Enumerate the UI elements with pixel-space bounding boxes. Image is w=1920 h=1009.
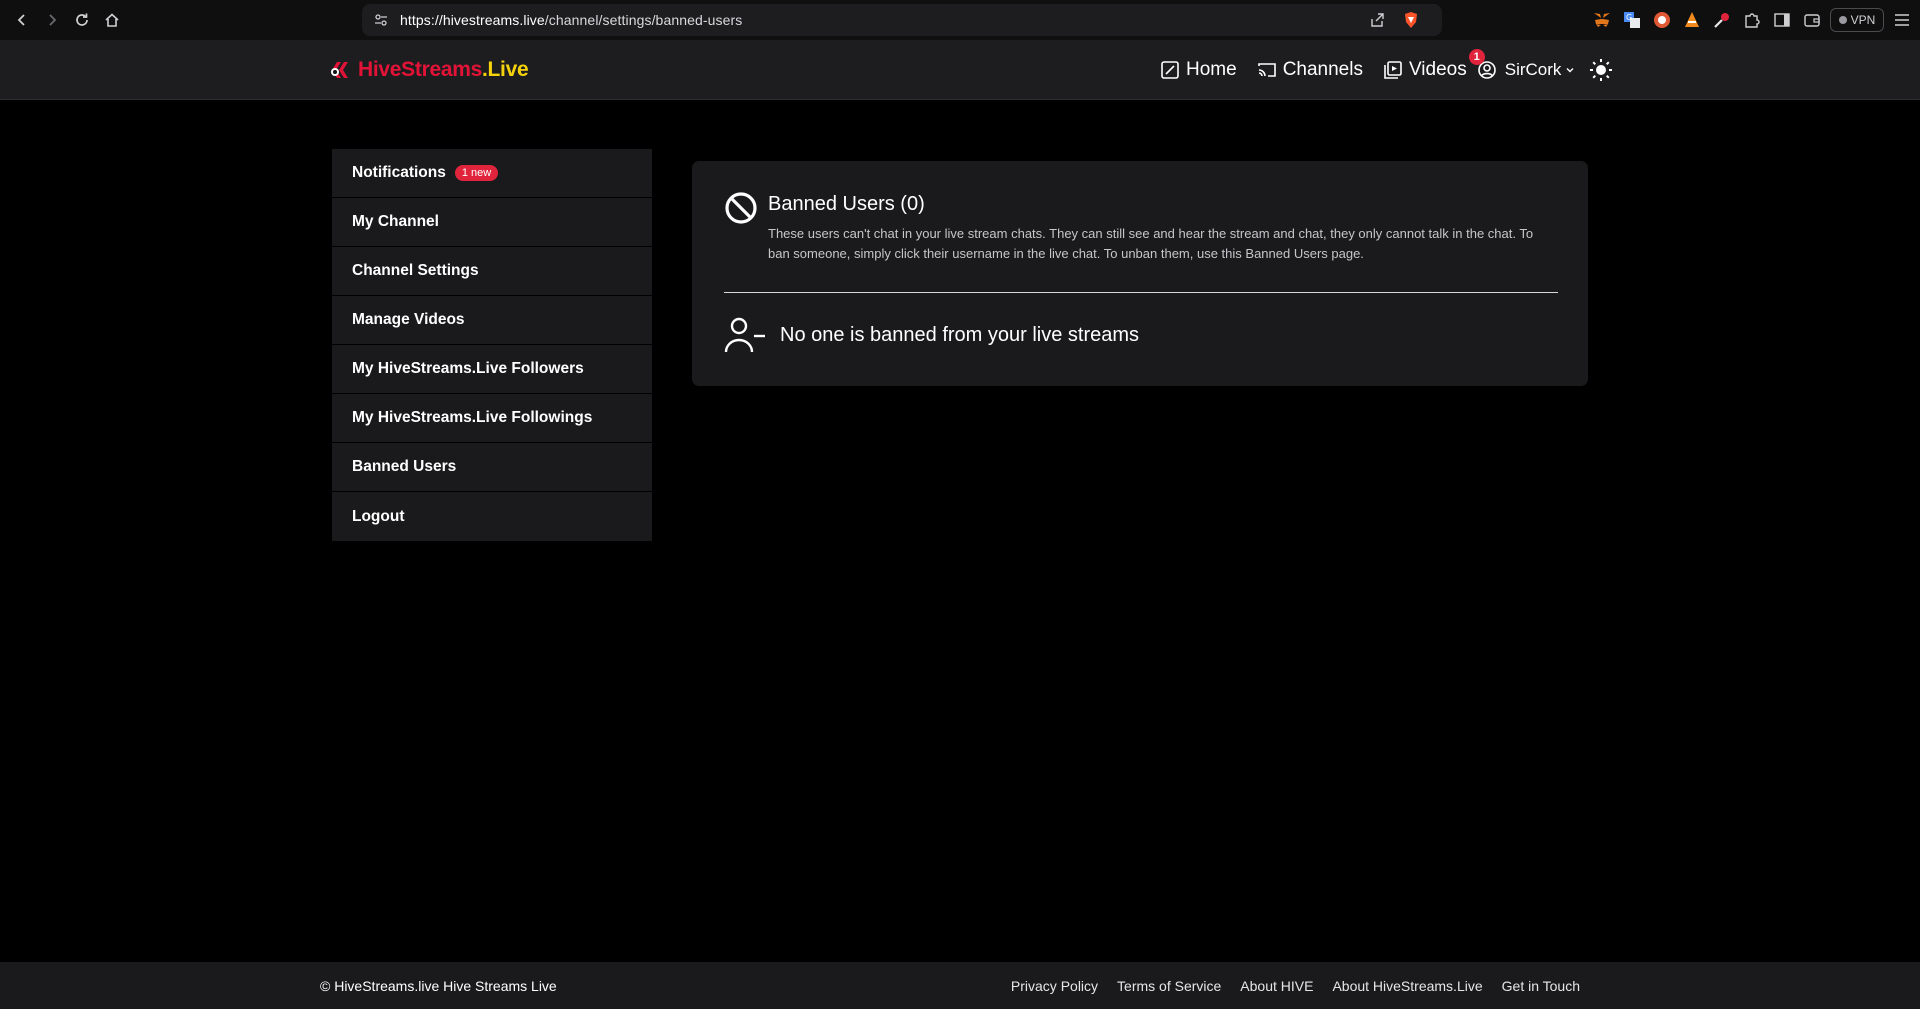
vpn-button[interactable]: VPN bbox=[1830, 8, 1884, 32]
menu-hamburger-icon[interactable] bbox=[1892, 10, 1912, 30]
copyright-text: © HiveStreams.live Hive Streams Live bbox=[320, 978, 557, 994]
svg-text:G: G bbox=[1626, 13, 1632, 22]
home-icon[interactable] bbox=[100, 8, 124, 32]
duckduckgo-icon[interactable] bbox=[1652, 10, 1672, 30]
hive-logo-icon bbox=[331, 62, 348, 78]
browser-toolbar: https://hivestreams.live/channel/setting… bbox=[0, 0, 1920, 40]
footer-link-contact[interactable]: Get in Touch bbox=[1502, 978, 1580, 994]
sidebar-toggle-icon[interactable] bbox=[1772, 10, 1792, 30]
nav-videos-label: Videos bbox=[1408, 59, 1467, 80]
url-text: https://hivestreams.live/channel/setting… bbox=[400, 12, 742, 28]
nav-channels[interactable]: Channels bbox=[1257, 59, 1363, 81]
url-host: https://hivestreams.live bbox=[400, 12, 545, 28]
sidebar-item-manage-videos[interactable]: Manage Videos bbox=[332, 296, 652, 345]
chevron-down-icon bbox=[1566, 68, 1574, 73]
banned-users-card: Banned Users (0) These users can't chat … bbox=[692, 161, 1588, 386]
sidebar-item-label: Logout bbox=[352, 507, 405, 525]
sidebar-item-label: Notifications bbox=[352, 164, 446, 181]
nav-home-label: Home bbox=[1186, 59, 1237, 80]
site-footer: © HiveStreams.live Hive Streams Live Pri… bbox=[0, 962, 1920, 1009]
brave-shield-icon[interactable] bbox=[1402, 11, 1420, 29]
forward-arrow-icon[interactable] bbox=[40, 8, 64, 32]
top-nav: Home Channels Videos 1 SirCork bbox=[1160, 49, 1613, 86]
page-title: Banned Users (0) bbox=[768, 193, 925, 215]
extensions-puzzle-icon[interactable] bbox=[1742, 10, 1762, 30]
divider bbox=[724, 292, 1558, 293]
sidebar-item-label: Banned Users bbox=[352, 458, 457, 475]
card-header: Banned Users (0) These users can't chat … bbox=[724, 191, 1558, 291]
footer-links: Privacy Policy Terms of Service About HI… bbox=[1011, 978, 1580, 994]
user-menu[interactable]: 1 SirCork bbox=[1468, 49, 1576, 80]
nav-videos[interactable]: Videos bbox=[1383, 59, 1467, 81]
url-path: /channel/settings/banned-users bbox=[544, 12, 743, 28]
site-logo[interactable]: HiveStreams.Live bbox=[330, 54, 529, 86]
footer-link-privacy[interactable]: Privacy Policy bbox=[1011, 978, 1098, 994]
sidebar-item-followers[interactable]: My HiveStreams.Live Followers bbox=[332, 345, 652, 394]
footer-link-about-site[interactable]: About HiveStreams.Live bbox=[1332, 978, 1482, 994]
vlc-icon[interactable] bbox=[1682, 10, 1702, 30]
logo-streams: Streams bbox=[401, 58, 482, 81]
sidebar-item-label: My HiveStreams.Live Followers bbox=[352, 360, 584, 377]
theme-toggle-sun-icon[interactable] bbox=[1589, 58, 1613, 82]
metamask-icon[interactable] bbox=[1592, 10, 1612, 30]
page-description: These users can't chat in your live stre… bbox=[768, 226, 1534, 261]
logo-text: HiveStreams.Live bbox=[358, 58, 529, 82]
address-bar[interactable]: https://hivestreams.live/channel/setting… bbox=[362, 4, 1442, 36]
video-library-icon bbox=[1384, 61, 1402, 79]
wallet-icon[interactable] bbox=[1802, 10, 1822, 30]
footer-link-about-hive[interactable]: About HIVE bbox=[1240, 978, 1313, 994]
translate-icon[interactable]: G bbox=[1622, 10, 1642, 30]
logo-hive: Hive bbox=[358, 58, 402, 81]
nav-channels-label: Channels bbox=[1282, 59, 1363, 80]
edit-square-icon bbox=[1161, 61, 1179, 79]
empty-state: No one is banned from your live streams bbox=[724, 315, 1139, 355]
ban-icon bbox=[725, 192, 757, 224]
sidebar-item-channel-settings[interactable]: Channel Settings bbox=[332, 247, 652, 296]
reload-icon[interactable] bbox=[70, 8, 94, 32]
logo-live: .Live bbox=[481, 58, 529, 81]
back-arrow-icon[interactable] bbox=[10, 8, 34, 32]
site-settings-icon[interactable] bbox=[372, 11, 390, 29]
new-badge: 1 new bbox=[454, 165, 499, 181]
empty-message: No one is banned from your live streams bbox=[780, 323, 1140, 346]
footer-link-terms[interactable]: Terms of Service bbox=[1117, 978, 1221, 994]
sidebar-item-label: My Channel bbox=[352, 213, 439, 230]
sidebar-item-notifications[interactable]: Notifications 1 new bbox=[332, 149, 652, 198]
nav-home[interactable]: Home bbox=[1160, 59, 1237, 81]
vpn-status-icon bbox=[1838, 16, 1847, 24]
user-name: SirCork bbox=[1504, 60, 1562, 79]
sidebar-item-logout[interactable]: Logout bbox=[332, 492, 652, 541]
site-header: HiveStreams.Live Home Channels Videos 1 … bbox=[0, 40, 1920, 100]
vpn-label: VPN bbox=[1850, 13, 1876, 27]
share-icon[interactable] bbox=[1368, 11, 1386, 29]
sidebar-item-my-channel[interactable]: My Channel bbox=[332, 198, 652, 247]
key-icon[interactable] bbox=[1712, 10, 1732, 30]
cast-icon bbox=[1257, 63, 1276, 77]
notification-count-badge: 1 bbox=[1468, 49, 1485, 65]
sidebar-item-label: Channel Settings bbox=[352, 262, 479, 279]
sidebar-item-followings[interactable]: My HiveStreams.Live Followings bbox=[332, 394, 652, 443]
sidebar-item-label: My HiveStreams.Live Followings bbox=[352, 409, 593, 426]
user-minus-icon bbox=[724, 317, 765, 353]
settings-sidebar: Notifications 1 new My Channel Channel S… bbox=[332, 149, 652, 541]
sidebar-item-banned-users[interactable]: Banned Users bbox=[332, 443, 652, 492]
sidebar-item-label: Manage Videos bbox=[352, 311, 465, 328]
